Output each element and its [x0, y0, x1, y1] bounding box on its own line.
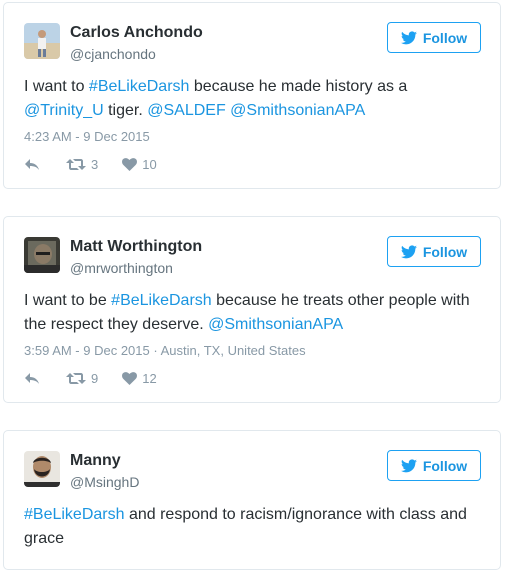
heart-icon	[122, 372, 138, 385]
follow-label: Follow	[422, 243, 468, 260]
user-handle[interactable]: @cjanchondo	[70, 46, 156, 62]
like-count: 10	[142, 157, 157, 172]
user-handle[interactable]: @mrworthington	[70, 260, 173, 276]
tweet-meta: 3:59 AM - 9 Dec 2015 · Austin, TX, Unite…	[24, 343, 306, 358]
meta-separator: ·	[153, 343, 161, 358]
tweet-text: I want to be #BeLikeDarsh because he tre…	[24, 289, 480, 337]
tweet-text-segment: tiger.	[103, 102, 148, 119]
retweet-count: 3	[91, 157, 99, 172]
tweet-text: I want to #BeLikeDarsh because he made h…	[24, 75, 480, 123]
tweet-text-segment: I want to	[24, 78, 89, 95]
tweet-card: Manny @MsinghD Follow #BeLikeDarsh and r…	[3, 430, 501, 570]
retweet-button[interactable]: 9	[66, 371, 98, 386]
bird-icon	[400, 30, 417, 44]
avatar[interactable]	[24, 23, 60, 59]
tweet-text-segment: because he made history as a	[189, 78, 408, 95]
follow-button[interactable]: Follow	[387, 22, 481, 53]
user-handle[interactable]: @MsinghD	[70, 474, 139, 490]
follow-button[interactable]: Follow	[387, 236, 481, 267]
tweet-card: Carlos Anchondo @cjanchondo Follow I wan…	[3, 2, 501, 189]
tweet-card: Matt Worthington @mrworthington Follow I…	[3, 216, 501, 403]
like-button[interactable]: 10	[122, 157, 157, 172]
reply-button[interactable]	[24, 372, 40, 385]
mention-link[interactable]: @SALDEF	[147, 102, 225, 119]
follow-label: Follow	[422, 29, 468, 46]
user-name[interactable]: Manny	[70, 452, 121, 470]
avatar[interactable]	[24, 451, 60, 487]
tweet-actions: 3 10	[24, 157, 157, 172]
reply-button[interactable]	[24, 158, 40, 171]
heart-icon	[122, 158, 138, 171]
hashtag-link[interactable]: #BeLikeDarsh	[89, 78, 190, 95]
tweet-text-segment: I want to be	[24, 292, 112, 309]
hashtag-link[interactable]: #BeLikeDarsh	[111, 292, 212, 309]
follow-button[interactable]: Follow	[387, 450, 481, 481]
tweet-actions: 9 12	[24, 371, 157, 386]
hashtag-link[interactable]: #BeLikeDarsh	[24, 506, 125, 523]
location[interactable]: Austin, TX, United States	[161, 343, 306, 358]
reply-icon	[25, 159, 39, 170]
tweet-meta: 4:23 AM - 9 Dec 2015	[24, 129, 150, 144]
retweet-icon	[66, 159, 86, 170]
bird-icon	[400, 244, 417, 258]
timestamp[interactable]: 4:23 AM - 9 Dec 2015	[24, 129, 150, 144]
mention-link[interactable]: @SmithsonianAPA	[208, 316, 343, 333]
avatar[interactable]	[24, 237, 60, 273]
retweet-button[interactable]: 3	[66, 157, 98, 172]
retweet-icon	[66, 373, 86, 384]
bird-icon	[400, 458, 417, 472]
reply-icon	[25, 373, 39, 384]
mention-link[interactable]: @SmithsonianAPA	[230, 102, 365, 119]
tweet-text: #BeLikeDarsh and respond to racism/ignor…	[24, 503, 480, 551]
retweet-count: 9	[91, 371, 99, 386]
like-button[interactable]: 12	[122, 371, 157, 386]
user-name[interactable]: Matt Worthington	[70, 238, 202, 256]
like-count: 12	[142, 371, 157, 386]
user-name[interactable]: Carlos Anchondo	[70, 24, 203, 42]
timestamp[interactable]: 3:59 AM - 9 Dec 2015	[24, 343, 150, 358]
mention-link[interactable]: @Trinity_U	[24, 102, 104, 119]
follow-label: Follow	[422, 457, 468, 474]
